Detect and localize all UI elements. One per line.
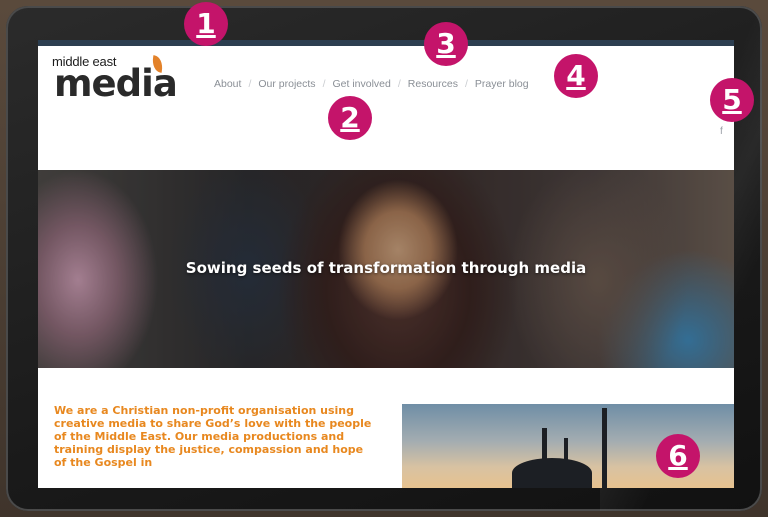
callout-badge-5: 5	[710, 78, 754, 122]
callout-badge-6: 6	[656, 434, 700, 478]
nav-separator: /	[322, 78, 326, 90]
nav-separator: /	[464, 78, 468, 90]
nav-item-get-involved[interactable]: Get involved	[332, 78, 390, 90]
nav-separator: /	[248, 78, 252, 90]
nav-item-resources[interactable]: Resources	[408, 78, 458, 90]
device-frame: middle east media About / Our projects /…	[0, 0, 768, 517]
main-navigation: About / Our projects / Get involved / Re…	[214, 78, 529, 90]
callout-badge-1: 1	[184, 2, 228, 46]
website-screen: middle east media About / Our projects /…	[38, 40, 734, 488]
site-logo[interactable]: middle east media	[52, 54, 182, 105]
intro-text: We are a Christian non-profit organisati…	[54, 404, 372, 469]
nav-item-our-projects[interactable]: Our projects	[258, 78, 315, 90]
hero-tagline: Sowing seeds of transformation through m…	[185, 259, 587, 277]
hero-banner: Sowing seeds of transformation through m…	[38, 170, 734, 368]
nav-item-prayer-blog[interactable]: Prayer blog	[475, 78, 529, 90]
minaret-shape	[602, 408, 607, 488]
minaret-shape	[564, 438, 568, 488]
minaret-shape	[542, 428, 547, 488]
dome-shape	[512, 458, 592, 488]
nav-separator: /	[397, 78, 401, 90]
facebook-icon[interactable]: f	[720, 126, 723, 137]
callout-badge-3: 3	[424, 22, 468, 66]
logo-big-text: media	[54, 62, 178, 105]
top-bar	[38, 40, 734, 46]
nav-item-about[interactable]: About	[214, 78, 241, 90]
callout-badge-2: 2	[328, 96, 372, 140]
callout-badge-4: 4	[554, 54, 598, 98]
